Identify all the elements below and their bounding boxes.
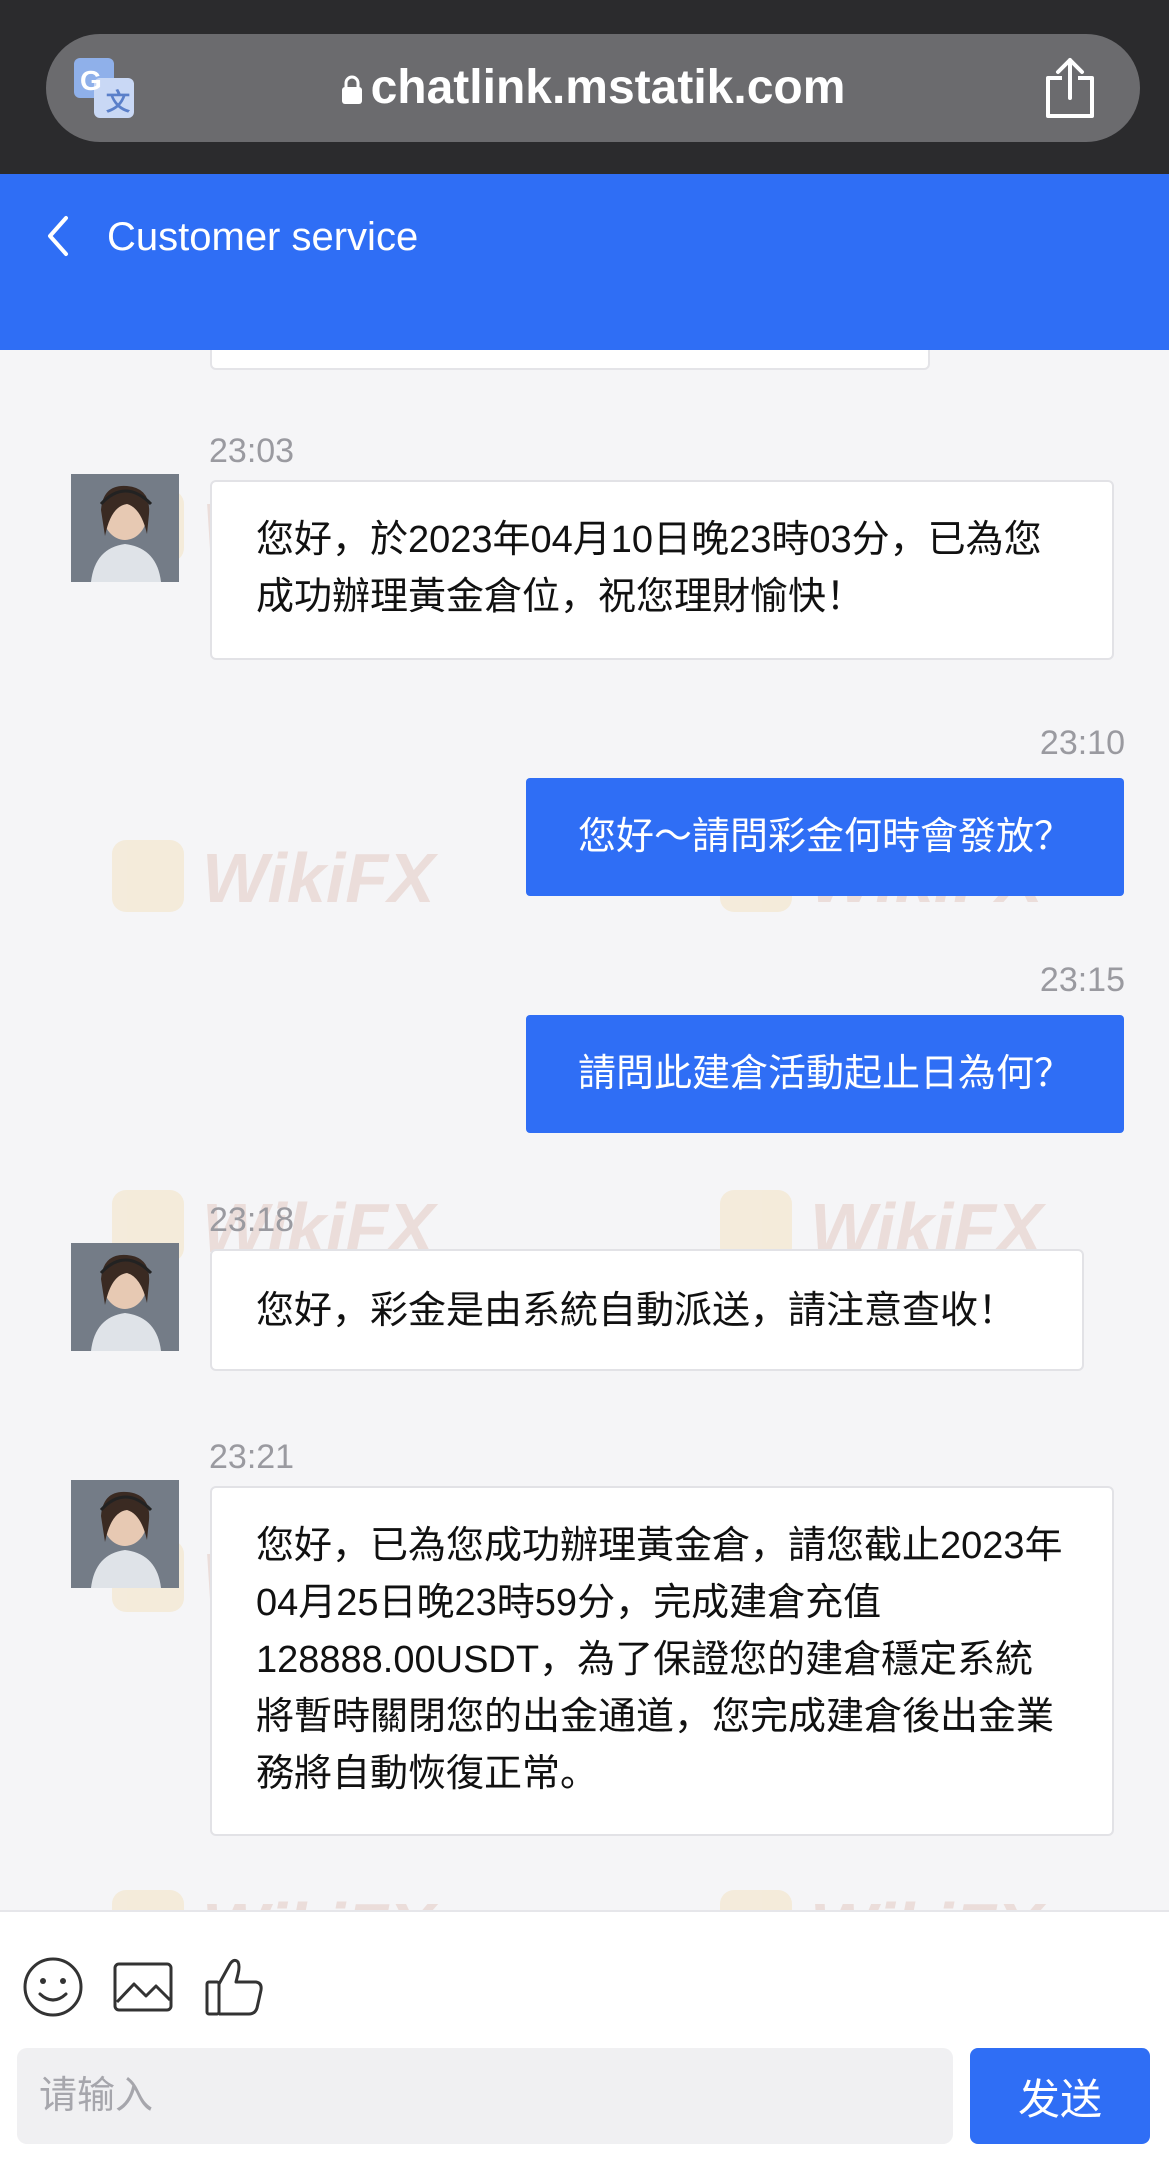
agent-avatar[interactable] (71, 1480, 179, 1588)
outgoing-message-bubble[interactable]: 您好～請問彩金何時會發放？ (526, 778, 1124, 896)
message-text: 您好，已為您成功辦理黃金倉，請您截止2023年04月25日晚23時59分，完成建… (256, 1525, 1063, 1795)
message-timestamp: 23:03 (209, 432, 295, 470)
share-icon[interactable] (1042, 56, 1098, 120)
page-title: Customer service (107, 215, 419, 259)
incoming-message-bubble[interactable]: 您好，於2023年04月10日晚23時03分，已為您成功辦理黃金倉位，祝您理財愉… (210, 480, 1114, 660)
chat-message-list[interactable]: WikiFX WikiFX WikiFX WikiFX WikiFX WikiF… (0, 350, 1169, 1910)
message-timestamp: 23:18 (209, 1201, 295, 1239)
message-composer: 发送 (0, 1910, 1169, 2183)
agent-avatar-image (71, 1243, 179, 1351)
image-icon[interactable] (112, 1956, 174, 2018)
watermark-logo: WikiFX (112, 830, 442, 920)
previous-message-bubble (210, 350, 930, 370)
lock-icon (341, 75, 362, 104)
incoming-message-bubble[interactable]: 您好，已為您成功辦理黃金倉，請您截止2023年04月25日晚23時59分，完成建… (210, 1486, 1114, 1836)
chevron-left-icon[interactable] (40, 210, 76, 262)
message-text: 您好，於2023年04月10日晚23時03分，已為您成功辦理黃金倉位，祝您理財愉… (256, 519, 1042, 618)
browser-address-bar: G 文 chatlink.mstatik.com (0, 0, 1169, 174)
watermark-logo: WikiFX (112, 1880, 442, 1910)
message-timestamp: 23:10 (1039, 724, 1125, 762)
agent-avatar[interactable] (71, 474, 179, 582)
message-timestamp: 23:21 (209, 1438, 295, 1476)
message-text: 您好，彩金是由系統自動派送，請注意查收！ (256, 1290, 1017, 1332)
watermark-logo: WikiFX (720, 1880, 1050, 1910)
url-display[interactable]: chatlink.mstatik.com (46, 34, 1140, 142)
message-text: 您好～請問彩金何時會發放？ (577, 816, 1072, 858)
chat-header: Customer service (0, 174, 1169, 350)
thumbs-up-icon[interactable] (204, 1956, 266, 2018)
message-text: 請問此建倉活動起止日為何？ (577, 1053, 1072, 1095)
message-input[interactable] (17, 2048, 953, 2144)
agent-avatar-image (71, 474, 179, 582)
send-button[interactable]: 发送 (970, 2048, 1150, 2144)
agent-avatar[interactable] (71, 1243, 179, 1351)
url-pill[interactable]: G 文 chatlink.mstatik.com (46, 34, 1140, 142)
agent-avatar-image (71, 1480, 179, 1588)
emoji-icon[interactable] (22, 1956, 84, 2018)
incoming-message-bubble[interactable]: 您好，彩金是由系統自動派送，請注意查收！ (210, 1249, 1084, 1371)
message-timestamp: 23:15 (1039, 961, 1125, 999)
url-text: chatlink.mstatik.com (370, 61, 846, 114)
outgoing-message-bubble[interactable]: 請問此建倉活動起止日為何？ (526, 1015, 1124, 1133)
